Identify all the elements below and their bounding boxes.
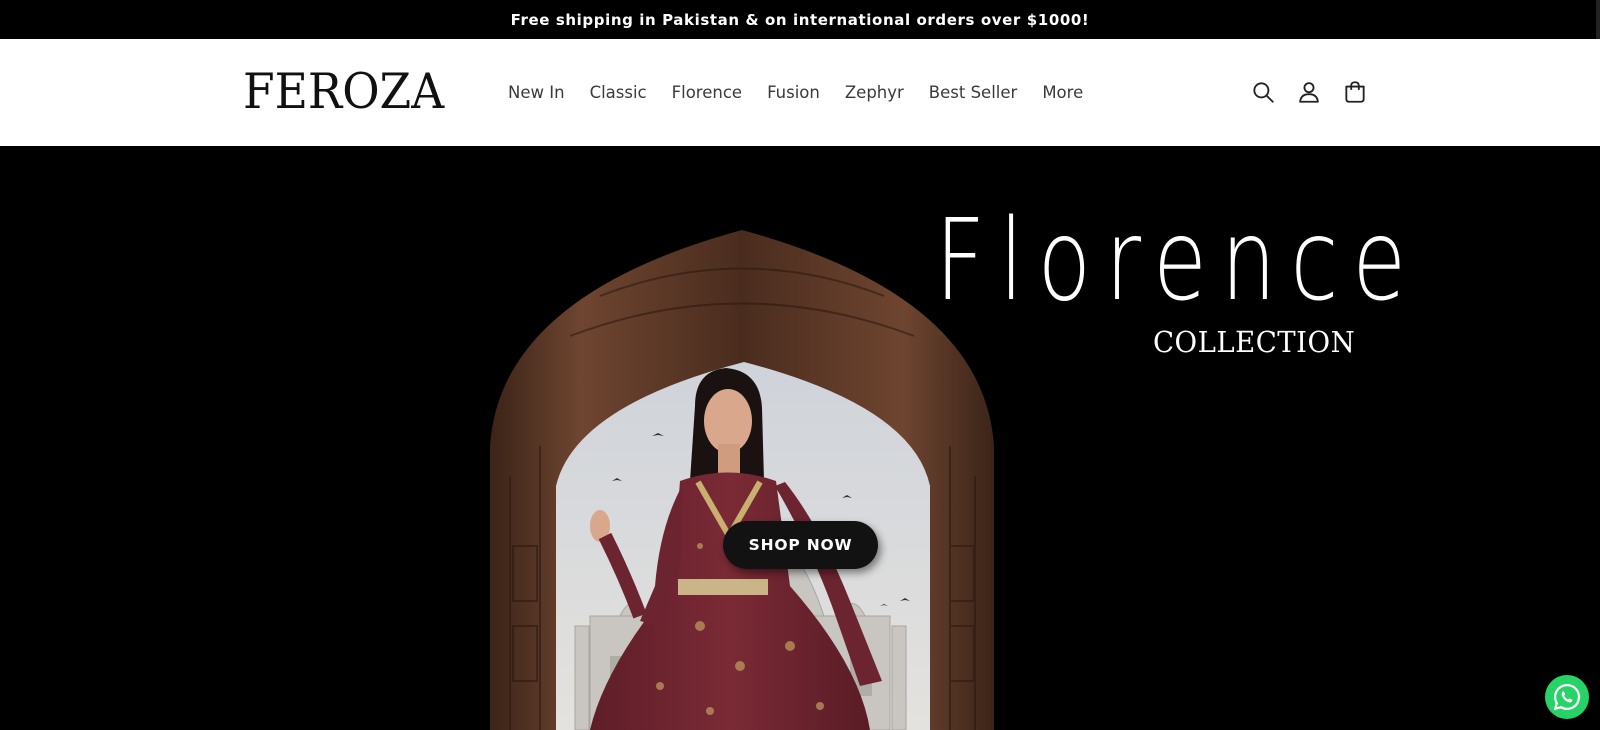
brand-logo[interactable]: FEROZA [243, 67, 444, 117]
nav-item-best-seller[interactable]: Best Seller [929, 83, 1018, 102]
site-header: FEROZA New In Classic Florence Fusion Ze… [0, 39, 1600, 146]
hero-subtitle: COLLECTION [1153, 325, 1356, 359]
cart-button[interactable] [1341, 78, 1369, 106]
nav-item-fusion[interactable]: Fusion [767, 83, 820, 102]
announcement-bar: Free shipping in Pakistan & on internati… [0, 0, 1600, 39]
shop-now-button[interactable]: SHOP NOW [723, 521, 878, 569]
nav-item-florence[interactable]: Florence [672, 83, 742, 102]
whatsapp-button[interactable] [1545, 675, 1589, 719]
nav-item-classic[interactable]: Classic [590, 83, 647, 102]
nav-item-new-in[interactable]: New In [508, 83, 565, 102]
cart-icon [1345, 81, 1365, 103]
nav-item-zephyr[interactable]: Zephyr [845, 83, 904, 102]
search-icon [1253, 82, 1274, 103]
main-nav: New In Classic Florence Fusion Zephyr Be… [508, 39, 1108, 146]
account-button[interactable] [1295, 78, 1323, 106]
whatsapp-icon [1553, 683, 1581, 711]
hero-title: Florence [935, 196, 1421, 326]
announcement-text: Free shipping in Pakistan & on internati… [510, 10, 1090, 29]
hero-banner: Florence COLLECTION SHOP NOW [0, 146, 1600, 730]
nav-item-more[interactable]: More [1042, 83, 1083, 102]
search-button[interactable] [1249, 78, 1277, 106]
account-icon [1299, 82, 1319, 103]
